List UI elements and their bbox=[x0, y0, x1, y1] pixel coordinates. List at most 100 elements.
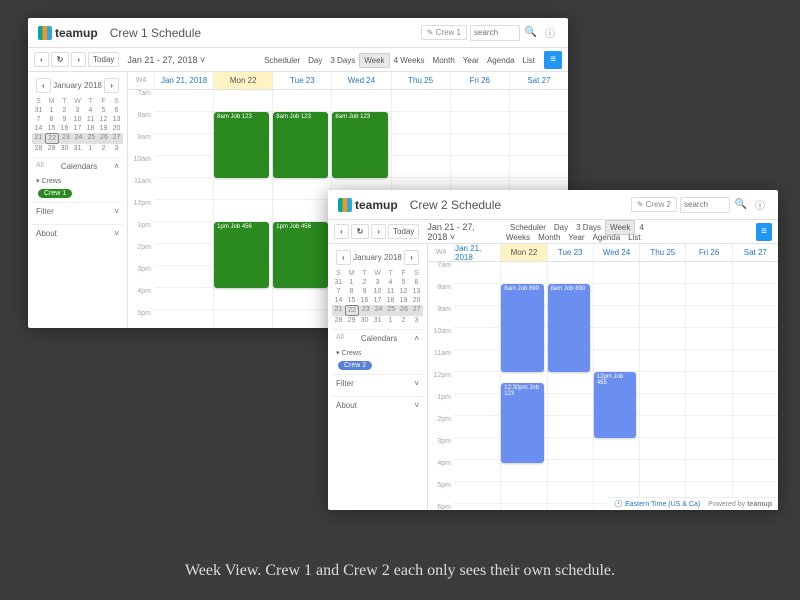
cal-prev[interactable]: ‹ bbox=[336, 250, 351, 265]
view-4weeks[interactable]: 4 Weeks bbox=[390, 54, 429, 67]
page-title: Crew 1 Schedule bbox=[110, 26, 201, 40]
hour-gutter: 7am8am9am10am11am12pm1pm2pm3pm4pm5pm6pm7… bbox=[428, 262, 454, 510]
day-header-row: W4Jan 21, 2018Mon 22Tue 23Wed 24Thu 25Fr… bbox=[128, 72, 568, 90]
week-grid: W4Jan 21, 2018Mon 22Tue 23Wed 24Thu 25Fr… bbox=[428, 244, 778, 510]
calendar-event[interactable]: 8am Job 123 bbox=[273, 112, 328, 178]
calendar-event[interactable]: 12pm Job 455 bbox=[594, 372, 636, 438]
view-agenda[interactable]: Agenda bbox=[483, 54, 519, 67]
view-3days[interactable]: 3 Days bbox=[326, 54, 359, 67]
view-switcher: SchedulerDay3 DaysWeek4 WeeksMonthYearAg… bbox=[260, 55, 539, 65]
page-title: Crew 2 Schedule bbox=[410, 198, 501, 212]
sidebar: ‹January2018› SMTWTFS3112345678910111213… bbox=[328, 244, 428, 510]
view-week[interactable]: Week bbox=[359, 53, 389, 68]
day-col[interactable]: Sat 27 bbox=[732, 244, 778, 261]
day-col[interactable]: Tue 23 bbox=[547, 244, 593, 261]
crews-label[interactable]: ▾ Crews bbox=[32, 175, 123, 187]
crew-tag[interactable]: Crew 2 bbox=[338, 361, 372, 370]
day-col[interactable]: Jan 21, 2018 bbox=[154, 72, 213, 89]
toolbar: ‹ ↻ › Today Jan 21 - 27, 2018 ˅ Schedule… bbox=[328, 220, 778, 244]
menu-button[interactable]: ≡ bbox=[756, 223, 772, 241]
header: teamup Crew 1 Schedule ✎ Crew 1 🔍 ⓘ bbox=[28, 18, 568, 48]
view-day[interactable]: Day bbox=[304, 54, 326, 67]
hour-gutter: 7am8am9am10am11am12pm1pm2pm3pm4pm5pm6pm7… bbox=[128, 90, 154, 328]
powered-by: Powered by teamup bbox=[708, 501, 772, 508]
mini-calendar[interactable]: SMTWTFS311234567891011121314151617181920… bbox=[32, 97, 123, 153]
about-section[interactable]: About˅ bbox=[332, 396, 423, 414]
brand-logo: teamup bbox=[338, 198, 398, 212]
crews-label[interactable]: ▾ Crews bbox=[332, 347, 423, 359]
view-year[interactable]: Year bbox=[564, 231, 588, 244]
day-col[interactable]: Wed 24 bbox=[593, 244, 639, 261]
calendar-event[interactable]: 8am Job 890 bbox=[501, 284, 543, 372]
prev-button[interactable]: ‹ bbox=[334, 224, 349, 239]
search-input[interactable] bbox=[470, 25, 520, 41]
cal-next[interactable]: › bbox=[104, 78, 119, 93]
menu-button[interactable]: ≡ bbox=[544, 51, 562, 69]
day-col[interactable]: Jan 21, 2018 bbox=[454, 244, 500, 261]
refresh-button[interactable]: ↻ bbox=[51, 52, 70, 67]
today-button[interactable]: Today bbox=[88, 52, 119, 67]
help-icon[interactable]: ⓘ bbox=[542, 25, 558, 41]
day-col[interactable]: Thu 25 bbox=[639, 244, 685, 261]
mini-month[interactable]: January bbox=[53, 81, 81, 90]
date-range[interactable]: Jan 21 - 27, 2018 ˅ bbox=[427, 222, 495, 242]
cal-prev[interactable]: ‹ bbox=[36, 78, 51, 93]
view-month[interactable]: Month bbox=[429, 54, 459, 67]
window-crew2: teamup Crew 2 Schedule ✎ Crew 2 🔍 ⓘ ‹ ↻ … bbox=[328, 190, 778, 510]
day-col[interactable]: Thu 25 bbox=[391, 72, 450, 89]
calendar-event[interactable]: 12:30pm Job 123 bbox=[501, 383, 543, 463]
prev-button[interactable]: ‹ bbox=[34, 52, 49, 67]
brand-logo: teamup bbox=[38, 26, 98, 40]
footer: 🕐 Eastern Time (US & Ca) Powered by team… bbox=[608, 497, 778, 510]
next-button[interactable]: › bbox=[371, 224, 386, 239]
mini-year[interactable]: 2018 bbox=[84, 81, 102, 90]
logo-icon bbox=[338, 198, 352, 212]
calendars-section[interactable]: AllCalendars˄ bbox=[332, 329, 423, 347]
view-agenda[interactable]: Agenda bbox=[589, 231, 625, 244]
day-col[interactable]: Tue 23 bbox=[272, 72, 331, 89]
calendar-event[interactable]: 1pm Job 456 bbox=[273, 222, 328, 288]
crew-link[interactable]: ✎ Crew 1 bbox=[421, 25, 467, 40]
crew-link[interactable]: ✎ Crew 2 bbox=[631, 197, 677, 212]
sidebar: ‹January2018› SMTWTFS3112345678910111213… bbox=[28, 72, 128, 328]
calendar-event[interactable]: 1pm Job 456 bbox=[214, 222, 269, 288]
header: teamup Crew 2 Schedule ✎ Crew 2 🔍 ⓘ bbox=[328, 190, 778, 220]
filter-section[interactable]: Filter˅ bbox=[32, 202, 123, 220]
next-button[interactable]: › bbox=[71, 52, 86, 67]
help-icon[interactable]: ⓘ bbox=[752, 197, 768, 213]
toolbar: ‹ ↻ › Today Jan 21 - 27, 2018 ˅ Schedule… bbox=[28, 48, 568, 72]
view-switcher: SchedulerDay3 DaysWeek4 WeeksMonthYearAg… bbox=[506, 222, 751, 242]
logo-icon bbox=[38, 26, 52, 40]
crew-tag[interactable]: Crew 1 bbox=[38, 189, 72, 198]
view-list[interactable]: List bbox=[624, 231, 644, 244]
calendar-event[interactable]: 8am Job 123 bbox=[332, 112, 387, 178]
calendar-event[interactable]: 8am Job 890 bbox=[548, 284, 590, 372]
day-col[interactable]: Sat 27 bbox=[509, 72, 568, 89]
search-icon[interactable]: 🔍 bbox=[733, 197, 749, 213]
day-col[interactable]: Fri 26 bbox=[685, 244, 731, 261]
today-button[interactable]: Today bbox=[388, 224, 419, 239]
mini-year[interactable]: 2018 bbox=[384, 253, 402, 262]
calendars-section[interactable]: AllCalendars˄ bbox=[32, 157, 123, 175]
filter-section[interactable]: Filter˅ bbox=[332, 374, 423, 392]
calendar-event[interactable]: 8am Job 123 bbox=[214, 112, 269, 178]
day-col[interactable]: Mon 22 bbox=[213, 72, 272, 89]
date-range[interactable]: Jan 21 - 27, 2018 ˅ bbox=[127, 55, 205, 65]
mini-calendar[interactable]: SMTWTFS311234567891011121314151617181920… bbox=[332, 269, 423, 325]
view-year[interactable]: Year bbox=[459, 54, 483, 67]
view-list[interactable]: List bbox=[519, 54, 539, 67]
search-input[interactable] bbox=[680, 197, 730, 213]
view-month[interactable]: Month bbox=[534, 231, 564, 244]
mini-month[interactable]: January bbox=[353, 253, 381, 262]
cal-next[interactable]: › bbox=[404, 250, 419, 265]
view-scheduler[interactable]: Scheduler bbox=[260, 54, 304, 67]
about-section[interactable]: About˅ bbox=[32, 224, 123, 242]
search-icon[interactable]: 🔍 bbox=[523, 25, 539, 41]
day-col[interactable]: Wed 24 bbox=[331, 72, 390, 89]
day-col[interactable]: Mon 22 bbox=[500, 244, 546, 261]
refresh-button[interactable]: ↻ bbox=[351, 224, 370, 239]
day-col[interactable]: Fri 26 bbox=[450, 72, 509, 89]
timezone-link[interactable]: 🕐 Eastern Time (US & Ca) bbox=[614, 500, 700, 508]
day-header-row: W4Jan 21, 2018Mon 22Tue 23Wed 24Thu 25Fr… bbox=[428, 244, 778, 262]
grid-body[interactable]: 8am Job 8908am Job 89012pm Job 45512:30p… bbox=[454, 262, 778, 510]
